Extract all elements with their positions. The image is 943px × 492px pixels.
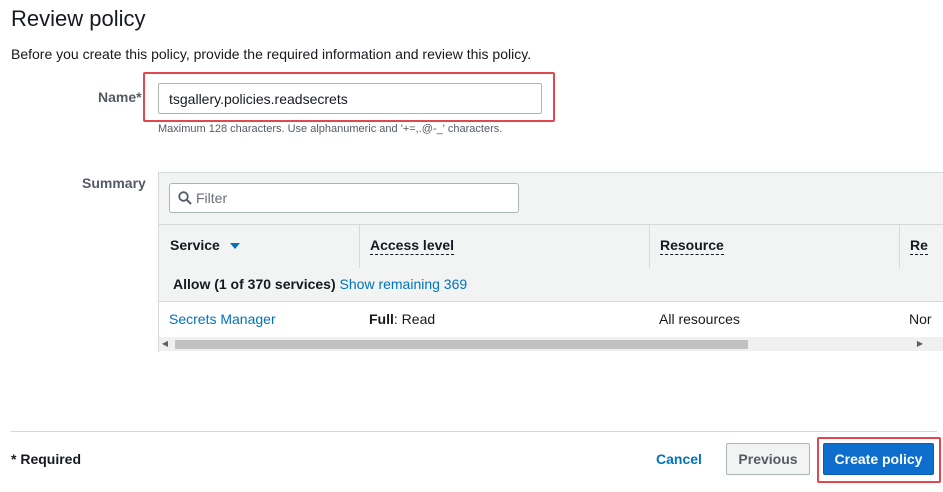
horizontal-scrollbar[interactable]: ◀ ▶ <box>159 337 943 351</box>
name-field-hint: Maximum 128 characters. Use alphanumeric… <box>158 123 503 135</box>
access-level-read: : Read <box>393 311 436 327</box>
table-header-row: Service Access level Resource Re <box>159 224 943 269</box>
sort-down-icon <box>229 243 240 250</box>
page-subtitle: Before you create this policy, provide t… <box>11 46 532 62</box>
scroll-left-icon[interactable]: ◀ <box>159 337 171 351</box>
column-header-access-level[interactable]: Access level <box>359 225 660 268</box>
page-title: Review policy <box>11 6 146 31</box>
column-header-request-condition[interactable]: Re <box>899 225 943 268</box>
filter-field[interactable] <box>169 183 519 213</box>
request-condition-cell: Nor <box>909 311 932 327</box>
allow-group-row: Allow (1 of 370 services) Show remaining… <box>159 268 943 302</box>
filter-input[interactable] <box>196 184 514 212</box>
scroll-right-icon[interactable]: ▶ <box>914 337 926 351</box>
access-level-full: Full <box>369 311 394 327</box>
allow-group-label: Allow (1 of 370 services) <box>173 276 336 292</box>
column-service-label: Service <box>170 237 220 253</box>
column-header-resource[interactable]: Resource <box>649 225 909 268</box>
show-remaining-link[interactable]: Show remaining 369 <box>340 276 468 292</box>
search-icon <box>178 191 192 205</box>
summary-label: Summary <box>82 175 146 191</box>
scrollbar-thumb[interactable] <box>175 340 748 349</box>
resource-cell: All resources <box>659 311 740 327</box>
column-request-condition-label: Re <box>910 237 928 255</box>
previous-button[interactable]: Previous <box>726 443 810 475</box>
summary-table: Service Access level Resource Re Allow (… <box>158 172 943 352</box>
column-header-service[interactable]: Service <box>170 225 240 268</box>
access-level-cell: Full: Read <box>369 302 435 337</box>
policy-name-input[interactable] <box>158 83 542 114</box>
required-note: * Required <box>11 451 82 467</box>
create-policy-button[interactable]: Create policy <box>823 443 934 475</box>
column-resource-label: Resource <box>660 237 724 255</box>
cancel-button[interactable]: Cancel <box>656 451 702 467</box>
filter-bar <box>159 172 943 225</box>
service-link-secrets-manager[interactable]: Secrets Manager <box>169 302 276 337</box>
table-row: Secrets Manager Full: Read All resources… <box>159 302 943 337</box>
column-access-level-label: Access level <box>370 237 455 255</box>
name-field-label: Name* <box>98 89 142 105</box>
footer-divider <box>11 431 937 432</box>
